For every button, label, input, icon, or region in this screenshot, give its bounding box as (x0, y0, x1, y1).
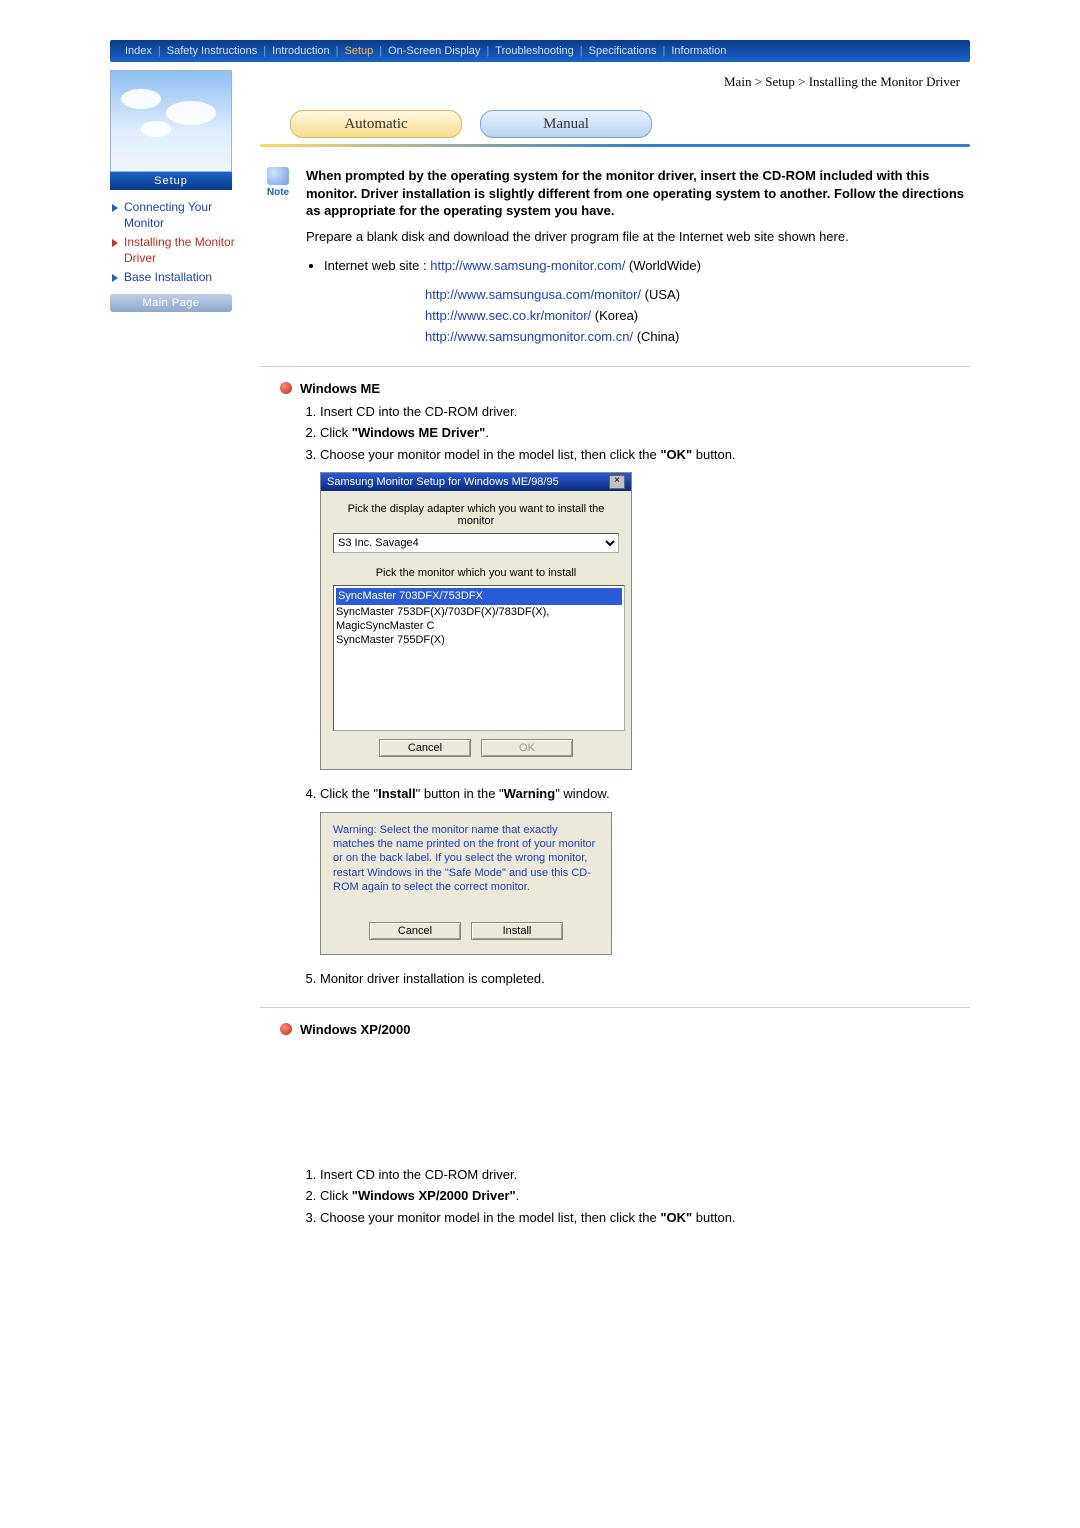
arrow-icon (112, 239, 118, 247)
dialog-title: Samsung Monitor Setup for Windows ME/98/… (327, 476, 559, 488)
tab-manual[interactable]: Manual (480, 110, 652, 138)
sidebar-links: Connecting Your Monitor Installing the M… (110, 200, 240, 286)
dialog-warning: Warning: Select the monitor name that ex… (320, 812, 612, 955)
link-worldwide[interactable]: http://www.samsung-monitor.com/ (430, 258, 625, 273)
link-korea[interactable]: http://www.sec.co.kr/monitor/ (425, 308, 591, 323)
steps-windows-xp: Insert CD into the CD-ROM driver. Click … (300, 1165, 970, 1228)
section-windows-me: Windows ME (280, 381, 970, 396)
nav-intro[interactable]: Introduction (272, 45, 329, 57)
step: Click "Windows XP/2000 Driver". (320, 1186, 970, 1206)
note-label: Note (260, 187, 296, 198)
top-nav: Index| Safety Instructions| Introduction… (110, 40, 970, 62)
note-badge: Note (260, 167, 296, 198)
nav-info[interactable]: Information (671, 45, 726, 57)
note-text: When prompted by the operating system fo… (306, 167, 970, 220)
breadcrumb: Main > Setup > Installing the Monitor Dr… (260, 74, 970, 90)
steps-windows-me: Insert CD into the CD-ROM driver. Click … (300, 402, 970, 465)
monitor-label: Pick the monitor which you want to insta… (333, 567, 619, 579)
warning-message: Warning: Select the monitor name that ex… (333, 823, 599, 894)
step: Monitor driver installation is completed… (320, 969, 970, 989)
step: Click "Windows ME Driver". (320, 423, 970, 443)
sidebar-item-base[interactable]: Base Installation (110, 270, 240, 286)
sidebar-link[interactable]: Base Installation (124, 270, 212, 286)
step: Insert CD into the CD-ROM driver. (320, 1165, 970, 1185)
setup-label: Setup (110, 172, 232, 190)
nav-trouble[interactable]: Troubleshooting (495, 45, 573, 57)
sidebar-link[interactable]: Connecting Your Monitor (124, 200, 240, 231)
bullet-icon (280, 1023, 292, 1035)
nav-osd[interactable]: On-Screen Display (388, 45, 480, 57)
sidebar-item-connecting[interactable]: Connecting Your Monitor (110, 200, 240, 231)
nav-spec[interactable]: Specifications (589, 45, 657, 57)
prepare-text: Prepare a blank disk and download the dr… (306, 228, 970, 246)
steps-windows-me-end: Monitor driver installation is completed… (300, 969, 970, 989)
arrow-icon (112, 274, 118, 282)
arrow-icon (112, 204, 118, 212)
sidebar-link[interactable]: Installing the Monitor Driver (124, 235, 240, 266)
adapter-select[interactable]: S3 Inc. Savage4 (333, 533, 619, 553)
sidebar-item-installing[interactable]: Installing the Monitor Driver (110, 235, 240, 266)
web-label: Internet web site : (324, 258, 430, 273)
monitor-listbox[interactable]: SyncMaster 703DFX/753DFX SyncMaster 753D… (333, 585, 625, 731)
section-windows-xp: Windows XP/2000 (280, 1022, 970, 1037)
cancel-button[interactable]: Cancel (369, 922, 461, 940)
tab-underline (260, 144, 970, 147)
cancel-button[interactable]: Cancel (379, 739, 471, 757)
step: Choose your monitor model in the model l… (320, 445, 970, 465)
bullet-icon (280, 382, 292, 394)
main-page-button[interactable]: Main Page (110, 294, 232, 312)
adapter-label: Pick the display adapter which you want … (333, 503, 619, 527)
link-usa[interactable]: http://www.samsungusa.com/monitor/ (425, 287, 641, 302)
section-title: Windows XP/2000 (300, 1022, 410, 1037)
step: Insert CD into the CD-ROM driver. (320, 402, 970, 422)
close-icon[interactable]: × (609, 475, 625, 489)
nav-safety[interactable]: Safety Instructions (167, 45, 258, 57)
step: Click the "Install" button in the "Warni… (320, 784, 970, 804)
tab-automatic[interactable]: Automatic (290, 110, 462, 138)
section-title: Windows ME (300, 381, 380, 396)
install-button[interactable]: Install (471, 922, 563, 940)
setup-hero-image (110, 70, 232, 172)
note-icon (267, 167, 289, 185)
mode-tabs: Automatic Manual (290, 110, 970, 138)
nav-setup[interactable]: Setup (344, 45, 373, 57)
dialog-monitor-setup: Samsung Monitor Setup for Windows ME/98/… (320, 472, 632, 770)
web-site-line: Internet web site : http://www.samsung-m… (324, 256, 970, 276)
ok-button[interactable]: OK (481, 739, 573, 757)
link-china[interactable]: http://www.samsungmonitor.com.cn/ (425, 329, 633, 344)
step: Choose your monitor model in the model l… (320, 1208, 970, 1228)
nav-index[interactable]: Index (125, 45, 152, 57)
steps-windows-me-cont: Click the "Install" button in the "Warni… (300, 784, 970, 804)
